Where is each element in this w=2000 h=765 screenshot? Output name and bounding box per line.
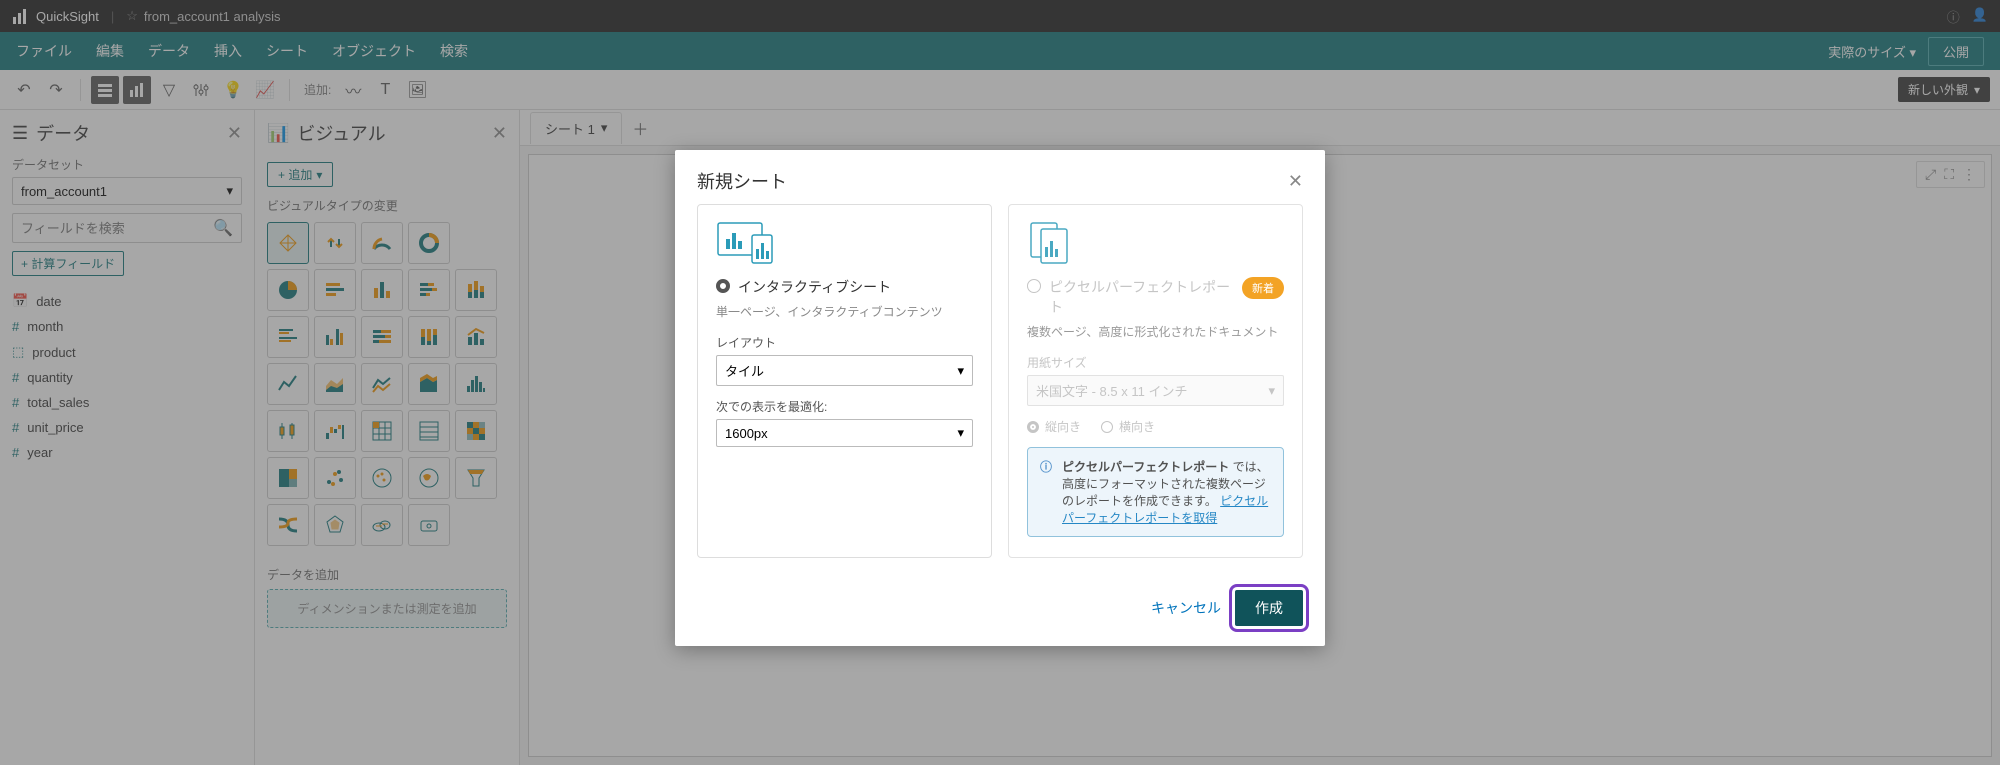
- report-title: ピクセルパーフェクトレポート: [1049, 277, 1234, 317]
- modal-overlay: 新規シート ✕ インタラクティブシート 単一ページ、インタラクティブコンテンツ …: [0, 0, 2000, 765]
- interactive-radio[interactable]: [716, 279, 730, 293]
- report-icon: [1027, 221, 1284, 271]
- cancel-button[interactable]: キャンセル: [1151, 598, 1221, 618]
- interactive-title: インタラクティブシート: [738, 277, 973, 297]
- optimize-select[interactable]: 1600px▾: [716, 419, 973, 447]
- interactive-sheet-card[interactable]: インタラクティブシート 単一ページ、インタラクティブコンテンツ レイアウト タイ…: [697, 204, 992, 558]
- orientation-row: 縦向き 横向き: [1027, 418, 1284, 435]
- optimize-label: 次での表示を最適化:: [716, 398, 973, 415]
- orientation-portrait: 縦向き: [1027, 418, 1081, 435]
- layout-label: レイアウト: [716, 334, 973, 351]
- report-radio[interactable]: [1027, 279, 1041, 293]
- info-icon: ⓘ: [1040, 458, 1052, 526]
- interactive-sheet-icon: [716, 221, 973, 271]
- pixel-perfect-report-card[interactable]: ピクセルパーフェクトレポート 新着 複数ページ、高度に形式化されたドキュメント …: [1008, 204, 1303, 558]
- new-sheet-modal: 新規シート ✕ インタラクティブシート 単一ページ、インタラクティブコンテンツ …: [675, 150, 1325, 646]
- paper-size-label: 用紙サイズ: [1027, 354, 1284, 371]
- layout-select[interactable]: タイル▾: [716, 355, 973, 386]
- info-box: ⓘ ピクセルパーフェクトレポート では、高度にフォーマットされた複数ページのレポ…: [1027, 447, 1284, 537]
- report-desc: 複数ページ、高度に形式化されたドキュメント: [1027, 323, 1284, 340]
- modal-close-button[interactable]: ✕: [1288, 171, 1303, 192]
- interactive-desc: 単一ページ、インタラクティブコンテンツ: [716, 303, 973, 320]
- new-badge: 新着: [1242, 277, 1284, 299]
- paper-size-select: 米国文字 - 8.5 x 11 インチ▾: [1027, 375, 1284, 406]
- create-button[interactable]: 作成: [1235, 590, 1303, 626]
- modal-title: 新規シート: [697, 168, 787, 194]
- orientation-landscape: 横向き: [1101, 418, 1155, 435]
